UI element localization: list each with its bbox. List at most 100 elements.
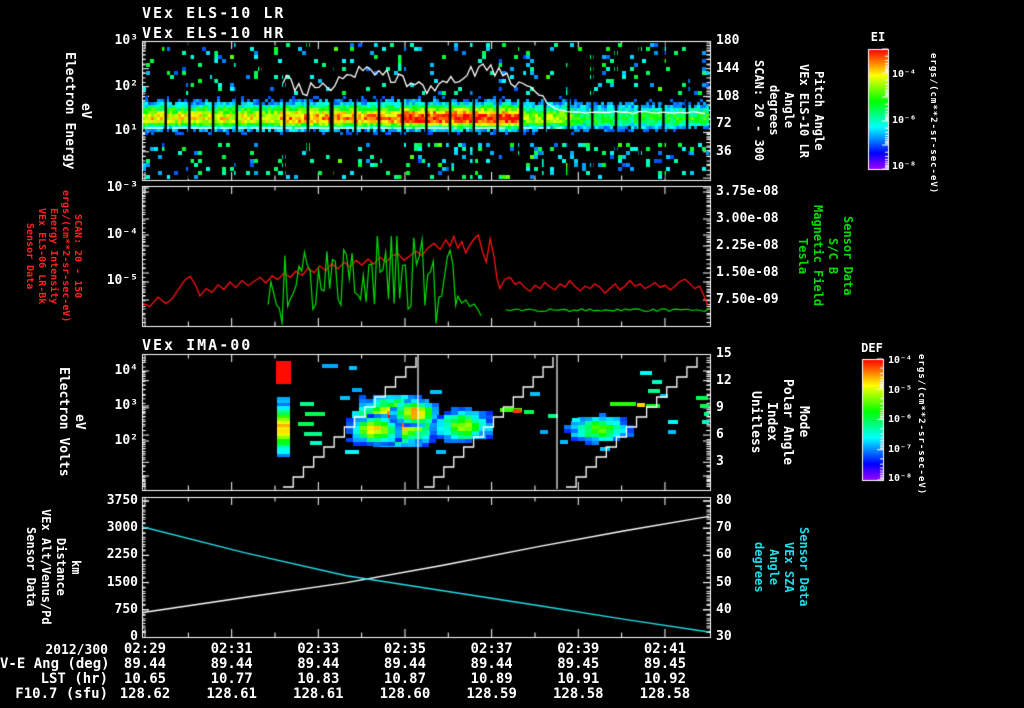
y-tick-label: 10³ <box>114 398 138 413</box>
ima-left-axis-label-line: eV <box>72 414 87 430</box>
colorbar-ei-tick-label: 10⁻⁴ <box>892 69 917 80</box>
table-cell: 10.83 <box>297 671 340 687</box>
els-title-lr: VEx ELS-10 LR <box>142 4 286 22</box>
sza-right-axis-label-line: VEx SZA <box>782 541 796 593</box>
colorbar-ei-tick-label: 10⁻⁸ <box>892 161 917 172</box>
table-cell: 89.44 <box>210 656 253 672</box>
sza-right-axis-label-line: Angle <box>767 548 781 586</box>
sza-right-axis-label: Sensor Data VEx SZA Angle degrees <box>752 497 811 637</box>
vex-quicklook-plot: VEx ELS-10 LR VEx ELS-10 HR VEx IMA-00 E… <box>0 0 1024 708</box>
time-tick-label: 02:37 <box>470 641 513 657</box>
y-tick-label: 10¹ <box>114 123 138 139</box>
y-tick-label: 1500 <box>106 574 138 590</box>
table-cell: 128.61 <box>293 686 344 702</box>
alt-left-axis-label-line: km <box>69 559 83 575</box>
table-cell: 10.91 <box>557 671 600 687</box>
colorbar-ei-title: EI <box>870 30 886 44</box>
table-cell: 128.61 <box>206 686 257 702</box>
right-y-tick-label: 2.25e-08 <box>716 238 779 253</box>
table-cell: 128.59 <box>466 686 517 702</box>
table-cell: 89.45 <box>643 656 687 672</box>
y-tick-label: 10⁻⁴ <box>106 227 138 242</box>
els-bk-left-axis-label: Sensor Data VEx ELS-06 LR-Bk Energy Intens… <box>24 186 83 326</box>
colorbar-def-tick-label: 10⁻⁶ <box>888 414 913 425</box>
ima-title: VEx IMA-00 <box>142 336 253 354</box>
table-cell: 10.87 <box>383 671 427 687</box>
right-y-tick-label: 3.75e-08 <box>716 184 779 199</box>
y-tick-label: 10² <box>114 78 138 94</box>
colorbar-def-tick-label: 10⁻⁸ <box>888 473 913 484</box>
els-bk-left-axis-label-line: ergs/(cm**2-sr-sec-eV) <box>60 189 71 323</box>
bfield-right-axis-label-line: Magnetic Field <box>811 205 825 307</box>
time-tick-label: 02:29 <box>123 641 167 657</box>
alt-left-axis-label-line: Sensor Data <box>24 527 38 607</box>
y-tick-label: 3750 <box>106 493 138 508</box>
alt-left-axis-label-line: VEx Alt/Venus/Pd <box>39 509 53 625</box>
table-cell: 89.44 <box>297 656 340 672</box>
table-cell: 89.44 <box>123 656 167 672</box>
els-left-axis-label: Electron Energy eV <box>62 41 93 180</box>
row-label: F10.7 (sfu) <box>15 686 108 702</box>
row-label: V-E Ang (deg) <box>0 656 110 672</box>
table-cell: 89.44 <box>470 656 513 672</box>
right-y-tick-label: 3.00e-08 <box>716 211 779 226</box>
table-cell: 10.65 <box>123 671 167 687</box>
pitch-right-axis-label-line: Angle <box>782 92 796 129</box>
table-cell: 10.89 <box>470 671 513 687</box>
right-y-tick-label: 1.50e-08 <box>716 265 779 280</box>
els-bk-left-axis-label-line: SCAN: 20 - 150 <box>72 213 83 299</box>
mode-right-axis-label-line: Unitless <box>748 390 763 454</box>
table-cell: 89.45 <box>557 656 600 672</box>
table-cell: 128.60 <box>379 686 431 702</box>
els-bk-left-axis-label-line: Sensor Data <box>24 222 35 290</box>
pitch-right-axis-label-line: VEx ELS-10 LR <box>797 63 811 158</box>
mode-right-axis-label-line: Index <box>764 402 779 442</box>
els-left-axis-label-line: Electron Energy <box>62 51 77 170</box>
mode-right-axis-label: Mode Polar Angle Index Unitless <box>748 354 811 490</box>
bfield-right-axis-label: Sensor Data S/C B Magnetic Field Tesla <box>796 186 855 326</box>
table-cell: 10.92 <box>643 671 687 687</box>
els-bk-left-axis-label-line: VEx ELS-06 LR-Bk <box>36 207 47 305</box>
ima-left-axis-label: Electron Volts eV <box>56 354 87 490</box>
y-tick-label: 10² <box>114 433 138 448</box>
els-title-hr: VEx ELS-10 HR <box>142 24 286 42</box>
pitch-right-axis-label-line: Pitch Angle <box>812 70 826 151</box>
y-tick-label: 10⁻³ <box>106 180 138 195</box>
ima-left-axis-label-line: Electron Volts <box>56 367 71 477</box>
colorbar-def-title: DEF <box>861 341 883 355</box>
pitch-right-axis-label-line: degrees <box>767 85 781 136</box>
colorbar-ei-tick-label: 10⁻⁶ <box>892 115 917 126</box>
alt-left-axis-label-line: Distance <box>54 538 68 596</box>
bfield-right-axis-label-line: Sensor Data <box>841 216 855 296</box>
time-tick-label: 02:31 <box>210 641 253 657</box>
time-tick-label: 02:33 <box>297 641 340 657</box>
colorbar-def-tick-label: 10⁻⁴ <box>888 355 913 366</box>
table-cell: 128.58 <box>639 686 691 702</box>
y-tick-label: 2250 <box>106 547 138 563</box>
time-tick-label: 02:41 <box>643 641 687 657</box>
pitch-right-axis-label-line: SCAN: 20 - 300 <box>752 59 766 162</box>
table-cell: 10.77 <box>210 671 253 687</box>
mode-right-axis-label-line: Mode <box>796 406 811 438</box>
y-tick-label: 3000 <box>106 520 138 536</box>
sza-right-axis-label-line: degrees <box>752 541 766 593</box>
table-cell: 89.44 <box>383 656 427 672</box>
pitch-right-axis-label: Pitch Angle VEx ELS-10 LR Angle degrees SCAN… <box>752 41 826 180</box>
row-label: LST (hr) <box>40 671 108 687</box>
els-left-axis-label-line: eV <box>78 102 93 119</box>
y-tick-label: 10⁻⁵ <box>106 273 138 288</box>
bfield-right-axis-label-line: S/C B <box>826 237 840 275</box>
els-bk-left-axis-label-line: Energy Intensity <box>48 207 59 305</box>
alt-left-axis-label: Sensor Data VEx Alt/Venus/Pd Distance km <box>24 497 83 637</box>
colorbar-def-tick-label: 10⁻⁷ <box>888 443 913 455</box>
sza-right-axis-label-line: Sensor Data <box>797 527 811 607</box>
table-cell: 128.58 <box>553 686 604 702</box>
table-cell: 128.62 <box>119 686 171 702</box>
y-tick-label: 10³ <box>114 33 138 48</box>
time-tick-label: 02:35 <box>383 641 427 657</box>
right-y-tick-label: 7.50e-09 <box>716 292 779 307</box>
time-tick-label: 02:39 <box>557 641 600 657</box>
mode-right-axis-label-line: Polar Angle <box>780 378 795 466</box>
bfield-right-axis-label-line: Tesla <box>796 237 810 275</box>
y-tick-label: 750 <box>114 601 138 617</box>
